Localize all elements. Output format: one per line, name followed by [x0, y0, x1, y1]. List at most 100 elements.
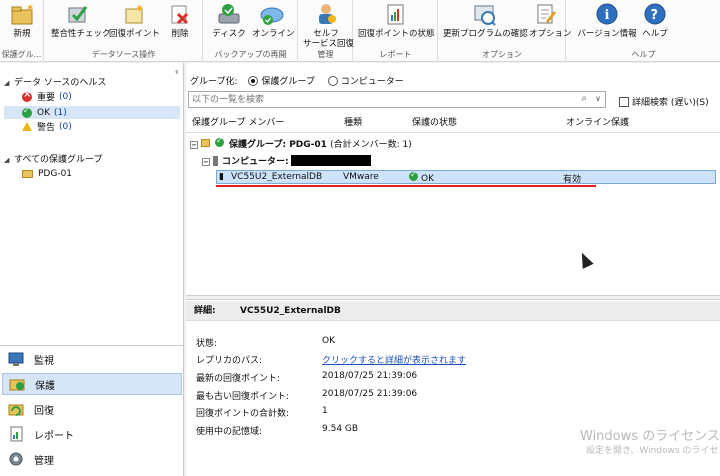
nav-recovery[interactable]: 回復	[2, 398, 182, 420]
computer-row[interactable]: − コンピューター:	[202, 154, 371, 167]
search-icon[interactable]: ⌕	[581, 93, 587, 104]
self-service-recovery-button[interactable]: セルフ サービス回復	[303, 2, 354, 49]
ribbon-toolbar: ✶ 新規 保護グル... 整合性チェック ✶ 回復ポイント 削除 データソース操…	[0, 0, 720, 62]
online-button[interactable]: オンライン	[252, 2, 295, 46]
group-by-bar: グループ化: 保護グループ コンピューター	[190, 76, 404, 87]
protection-group-row[interactable]: −保護グループ: PDG-01 (合計メンバー数: 1)	[190, 136, 412, 150]
tree-expanded-icon: ◢	[4, 156, 10, 164]
detail-label-replica-path: レプリカのパス:	[196, 356, 263, 366]
ribbon-group-management: セルフ サービス回復 管理	[299, 0, 354, 62]
protection-group-item[interactable]: PDG-01	[22, 167, 72, 180]
replica-path-link[interactable]: クリックすると詳細が表示されます	[322, 353, 466, 366]
options-button[interactable]: オプション	[529, 2, 572, 46]
collapse-pane-icon[interactable]: ‹	[175, 65, 179, 78]
help-button[interactable]: ? ヘルプ	[639, 2, 671, 46]
disk-button[interactable]: ディスク	[212, 2, 246, 46]
detail-label-storage-used: 使用中の記憶域:	[196, 427, 263, 437]
recovery-icon	[8, 401, 24, 417]
ribbon-group-help: i バージョン情報 ? ヘルプ ヘルプ	[567, 0, 720, 62]
redacted-computer-name	[290, 155, 371, 166]
search-input[interactable]	[189, 92, 569, 107]
ok-status-icon	[215, 136, 224, 147]
detailed-search-checkbox[interactable]: 詳細検索 (遅い)(S)	[619, 95, 709, 108]
ribbon-group-datasource: 整合性チェック ✶ 回復ポイント 削除 データソース操作	[45, 0, 203, 62]
table-row-selected[interactable]: ▮ VC55U2_ExternalDB VMware OK 有効	[216, 170, 716, 185]
monitor-icon	[8, 351, 24, 367]
svg-text:✶: ✶	[26, 3, 34, 14]
column-header-protection-status[interactable]: 保護の状態	[412, 114, 457, 132]
detail-value-status: OK	[322, 336, 335, 346]
nav-management[interactable]: 管理	[2, 448, 182, 470]
column-header-online-protection[interactable]: オンライン保護	[566, 114, 629, 132]
pane-splitter[interactable]	[186, 295, 720, 300]
checkbox-icon	[619, 97, 629, 107]
svg-text:i: i	[605, 8, 610, 23]
member-db-icon: ▮	[219, 172, 224, 182]
red-annotation-underline	[216, 185, 596, 187]
search-box[interactable]: ⌕ ∨	[188, 91, 606, 108]
ribbon-group-protection-group: ✶ 新規 保護グル...	[0, 0, 44, 62]
health-header[interactable]: ◢ データ ソースのヘルス	[4, 75, 106, 88]
report-icon	[383, 2, 409, 26]
radio-unselected-icon	[327, 76, 338, 86]
column-header-type[interactable]: 種類	[344, 114, 362, 132]
detail-value-oldest-recovery-point: 2018/07/25 21:39:06	[322, 389, 418, 399]
delete-button[interactable]: 削除	[165, 2, 195, 46]
radio-group-by-protection-group[interactable]: 保護グループ	[248, 76, 315, 87]
nav-protection[interactable]: 保護	[2, 373, 182, 395]
help-icon: ?	[642, 2, 668, 26]
detail-label-status: 状態:	[196, 339, 218, 349]
activation-watermark-subtitle: 設定を開き、Windows のライセ	[586, 446, 719, 456]
column-header-member[interactable]: 保護グループ メンバー	[192, 114, 284, 132]
critical-status-icon	[22, 89, 32, 102]
radio-selected-icon	[248, 76, 259, 86]
detail-value-storage-used: 9.54 GB	[322, 424, 359, 434]
online-icon	[259, 2, 285, 26]
tree-expanded-icon: ◢	[4, 79, 10, 87]
check-updates-button[interactable]: 更新プログラムの確認	[443, 2, 528, 46]
nav-monitoring[interactable]: 監視	[2, 348, 182, 370]
collapse-toggle-icon[interactable]: −	[202, 158, 210, 166]
member-name: VC55U2_ExternalDB	[231, 172, 323, 182]
header-divider	[186, 132, 720, 133]
protection-group-icon	[201, 139, 210, 147]
radio-group-by-computer[interactable]: コンピューター	[327, 76, 404, 87]
ribbon-group-resume-backup: ディスク オンライン バックアップの再開	[204, 0, 298, 62]
svg-text:✶: ✶	[135, 2, 144, 15]
health-item-ok[interactable]: OK (1)	[22, 106, 67, 119]
disk-icon	[216, 2, 242, 26]
detail-value-latest-recovery-point: 2018/07/25 21:39:06	[322, 371, 418, 381]
svg-text:?: ?	[651, 8, 659, 23]
main-pane: グループ化: 保護グループ コンピューター ⌕ ∨ 詳細検索 (遅い)(S) 保…	[186, 63, 720, 476]
consistency-check-button[interactable]: 整合性チェック	[51, 2, 111, 46]
new-button[interactable]: ✶ 新規	[6, 2, 38, 46]
member-online-protection: 有効	[563, 175, 582, 185]
recovery-point-button[interactable]: ✶ 回復ポイント	[109, 2, 160, 46]
member-status: OK	[409, 170, 434, 184]
health-item-warning[interactable]: 警告 (0)	[22, 120, 72, 133]
nav-reports[interactable]: レポート	[2, 423, 182, 445]
new-folder-icon: ✶	[9, 2, 35, 26]
ribbon-group-reports: 回復ポイントの状態 レポート	[354, 0, 438, 62]
computer-icon	[213, 156, 218, 166]
detail-label-oldest-recovery-point: 最も古い回復ポイント:	[196, 392, 290, 402]
options-icon	[533, 2, 559, 26]
search-dropdown-chevron-icon[interactable]: ∨	[595, 94, 601, 103]
nav-divider	[0, 345, 184, 346]
self-service-icon	[313, 2, 339, 26]
member-type: VMware	[343, 172, 379, 182]
info-icon: i	[594, 2, 620, 26]
warning-status-icon	[22, 122, 32, 131]
protection-icon	[9, 376, 25, 392]
protection-group-icon	[22, 169, 33, 178]
detail-label-total-recovery-points: 回復ポイントの合計数:	[196, 409, 290, 419]
ok-status-icon	[409, 170, 418, 181]
mouse-cursor-icon	[577, 251, 593, 268]
protection-groups-header[interactable]: ◢ すべての保護グループ	[4, 152, 102, 165]
details-member-name: VC55U2_ExternalDB	[240, 306, 341, 316]
recovery-point-status-button[interactable]: 回復ポイントの状態	[358, 2, 435, 46]
version-info-button[interactable]: i バージョン情報	[577, 2, 637, 46]
ribbon-group-options: 更新プログラムの確認 オプション オプション	[439, 0, 572, 62]
health-item-critical[interactable]: 重要 (0)	[22, 89, 72, 103]
collapse-toggle-icon[interactable]: −	[190, 141, 198, 149]
